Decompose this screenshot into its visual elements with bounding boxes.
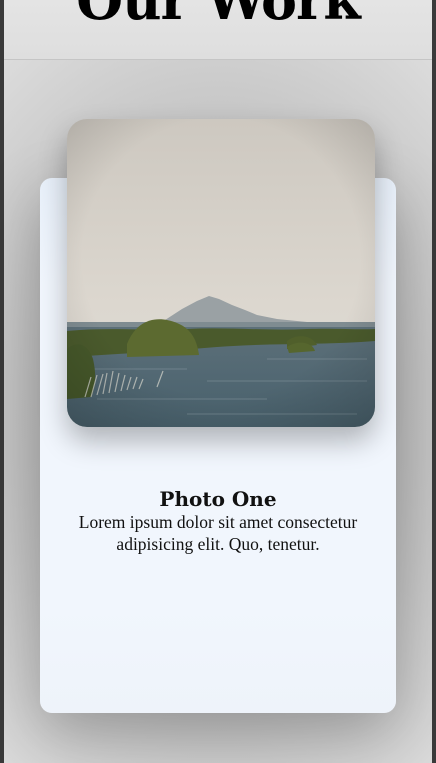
landscape-image [67, 119, 375, 427]
card-photo [67, 119, 375, 427]
card-description: Lorem ipsum dolor sit amet consectetur a… [78, 512, 358, 554]
page-header: Our Work [4, 0, 432, 60]
page-title: Our Work [76, 0, 361, 32]
card-caption: Photo One Lorem ipsum dolor sit amet con… [68, 487, 368, 555]
card-title: Photo One [159, 487, 277, 511]
